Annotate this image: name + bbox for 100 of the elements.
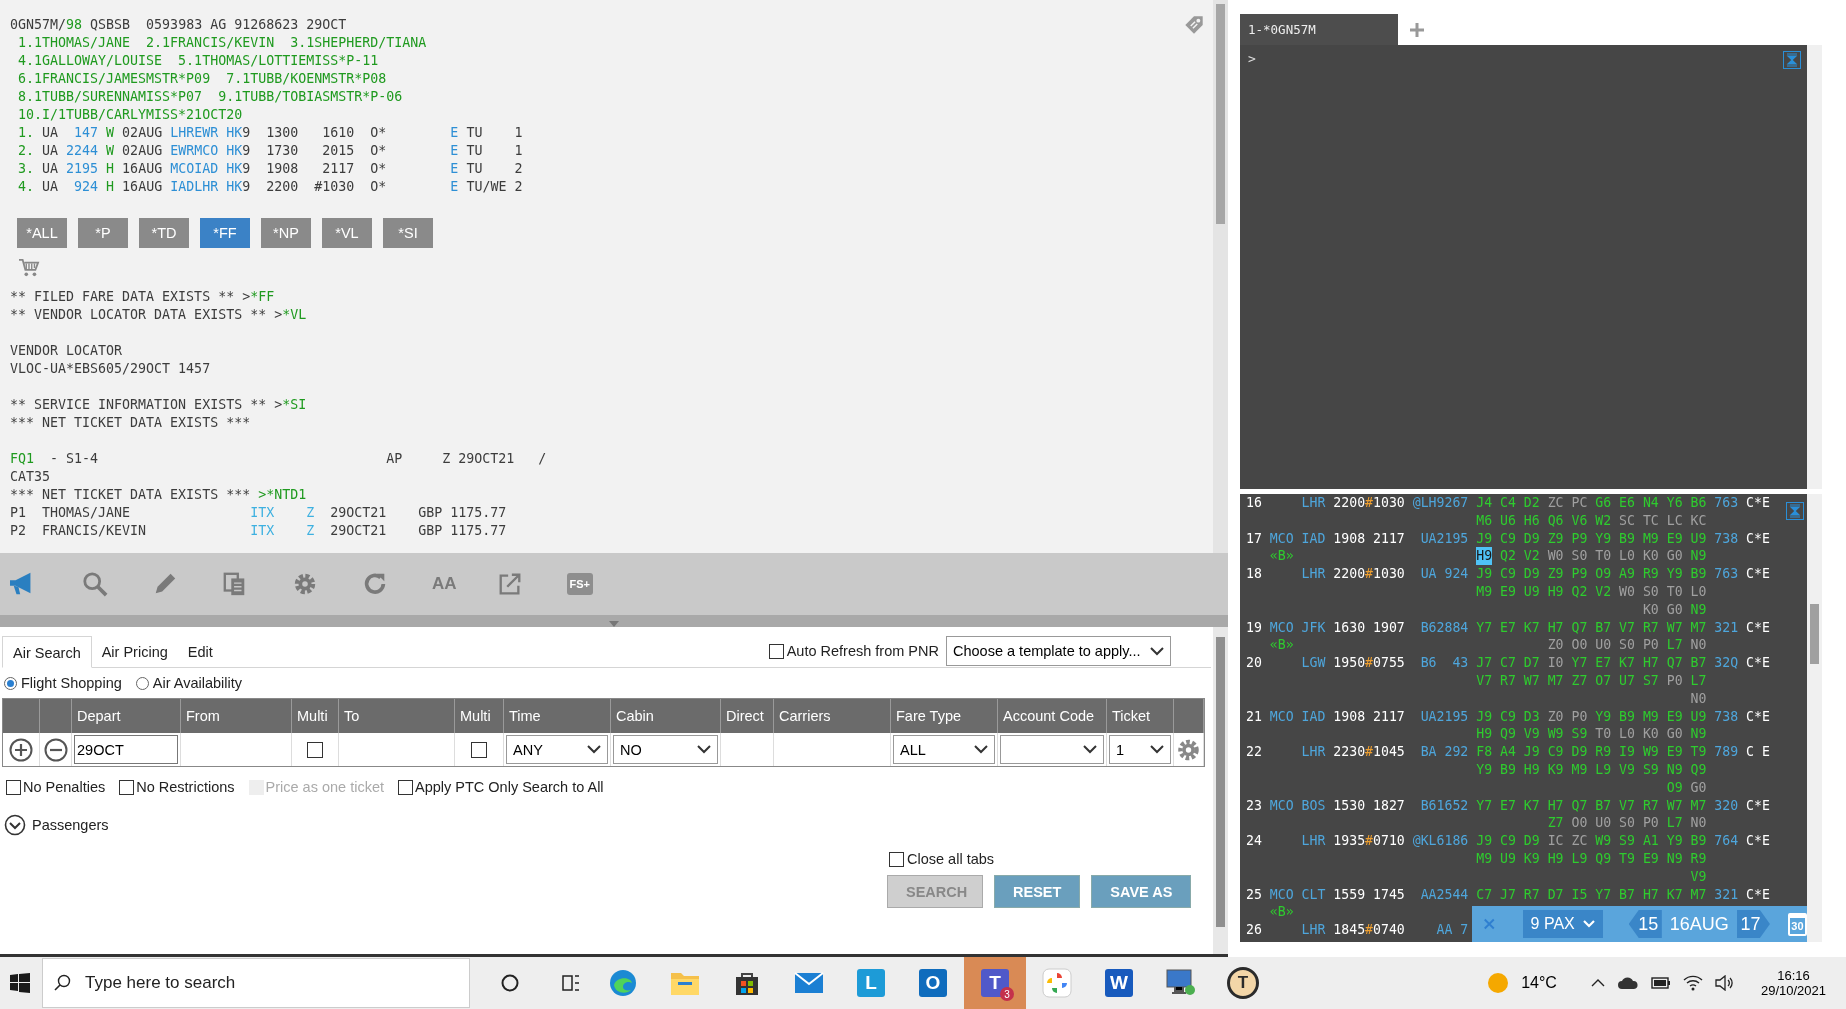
tab[interactable]: Air Search <box>2 636 92 668</box>
class-code[interactable]: N9 <box>1690 600 1707 619</box>
class-code[interactable]: K0 <box>1642 725 1659 744</box>
class-code[interactable]: V7 <box>1476 671 1493 690</box>
class-code[interactable]: Z0 <box>1547 636 1564 655</box>
class-code[interactable]: R9 <box>1595 743 1612 761</box>
clock-date[interactable]: 29/10/2021 <box>1760 983 1826 998</box>
scrollbar[interactable] <box>1213 627 1228 954</box>
class-code[interactable]: I9 <box>1619 743 1635 761</box>
class-code[interactable]: Z0 <box>1547 707 1564 726</box>
class-code[interactable]: A4 <box>1500 743 1516 761</box>
class-code[interactable]: W0 <box>1547 547 1564 566</box>
class-code[interactable]: B7 <box>1690 654 1707 672</box>
class-code[interactable]: J9 <box>1476 565 1493 583</box>
scrollbar[interactable] <box>1213 0 1228 553</box>
class-code[interactable]: Y9 <box>1666 565 1683 583</box>
class-code[interactable]: N9 <box>1690 725 1707 744</box>
class-code[interactable]: G6 <box>1595 494 1612 512</box>
class-code[interactable]: W7 <box>1666 618 1683 637</box>
checkbox[interactable] <box>119 779 135 795</box>
class-code[interactable]: N0 <box>1690 689 1707 708</box>
class-code[interactable]: Q9 <box>1595 849 1612 868</box>
class-code[interactable]: W0 <box>1619 583 1635 601</box>
class-code[interactable]: B7 <box>1619 885 1635 904</box>
class-code[interactable]: G0 <box>1666 600 1683 619</box>
class-code[interactable]: Y6 <box>1666 494 1683 512</box>
command-prompt[interactable]: > <box>1248 51 1256 66</box>
font-size-button[interactable]: AA <box>432 574 457 594</box>
add-tab-icon[interactable] <box>1410 22 1424 37</box>
class-code[interactable]: S7 <box>1642 671 1659 690</box>
class-code[interactable]: H9 <box>1547 583 1564 601</box>
checkbox[interactable] <box>307 741 323 758</box>
class-code[interactable]: I0 <box>1547 654 1564 672</box>
class-code[interactable]: M9 <box>1571 760 1588 779</box>
class-code[interactable]: D9 <box>1571 743 1588 761</box>
scrollbar[interactable] <box>1807 45 1822 489</box>
class-code[interactable]: D7 <box>1547 885 1564 904</box>
class-code[interactable]: C9 <box>1547 743 1564 761</box>
class-code[interactable]: IC <box>1547 832 1564 850</box>
class-code[interactable]: N0 <box>1690 814 1707 833</box>
search-icon[interactable] <box>82 571 108 597</box>
class-code[interactable]: H7 <box>1547 796 1564 815</box>
tab[interactable]: Edit <box>177 636 223 667</box>
terminal-tab[interactable]: 1-*0GN57M <box>1240 14 1398 45</box>
scrollbar[interactable] <box>1807 494 1822 942</box>
class-code[interactable]: M6 <box>1476 511 1493 530</box>
class-code[interactable]: S9 <box>1642 760 1659 779</box>
class-code[interactable]: S0 <box>1642 583 1659 601</box>
class-code[interactable]: D9 <box>1523 565 1540 583</box>
settings-icon[interactable] <box>292 571 318 597</box>
class-code[interactable]: Q9 <box>1690 760 1707 779</box>
class-code[interactable]: E9 <box>1666 743 1683 761</box>
input-field[interactable]: 29OCT <box>74 735 178 764</box>
class-code[interactable]: E7 <box>1500 796 1516 815</box>
temperature-text[interactable]: 14°C <box>1521 974 1557 992</box>
class-code[interactable]: H9 <box>1476 725 1493 744</box>
class-code[interactable]: G0 <box>1666 547 1683 566</box>
class-code[interactable]: C9 <box>1500 529 1516 548</box>
class-code[interactable]: L0 <box>1619 725 1635 744</box>
checkbox[interactable] <box>471 741 487 758</box>
class-code[interactable]: J9 <box>1476 529 1493 548</box>
class-code[interactable]: W7 <box>1666 796 1683 815</box>
class-code[interactable]: K7 <box>1523 796 1540 815</box>
class-code[interactable]: C4 <box>1500 494 1516 512</box>
class-code[interactable]: N9 <box>1666 849 1683 868</box>
command-button[interactable]: *VL <box>322 218 372 248</box>
class-code[interactable]: A1 <box>1642 832 1659 850</box>
class-code[interactable]: Y9 <box>1666 832 1683 850</box>
class-code[interactable]: L7 <box>1666 636 1683 655</box>
class-code[interactable]: O0 <box>1571 636 1588 655</box>
class-code[interactable]: H6 <box>1523 511 1540 530</box>
class-code[interactable]: M7 <box>1690 618 1707 637</box>
command-button[interactable]: *P <box>78 218 128 248</box>
class-code[interactable]: L0 <box>1690 583 1707 601</box>
template-dropdown[interactable]: Choose a template to apply... <box>946 636 1171 666</box>
class-code[interactable]: S9 <box>1619 832 1635 850</box>
checkbox[interactable] <box>6 779 21 795</box>
class-code[interactable]: C9 <box>1500 832 1516 850</box>
class-code[interactable]: W9 <box>1547 725 1564 744</box>
checkbox[interactable] <box>398 779 413 795</box>
class-code[interactable]: W7 <box>1523 671 1540 690</box>
dropdown[interactable]: 1 <box>1109 735 1171 764</box>
class-code[interactable]: Q2 <box>1500 547 1516 566</box>
class-code[interactable]: H7 <box>1642 885 1659 904</box>
class-code[interactable]: B6 <box>1690 494 1707 512</box>
class-code[interactable]: R9 <box>1690 849 1707 868</box>
class-code[interactable]: J4 <box>1476 494 1493 512</box>
task-view-icon[interactable] <box>560 973 582 993</box>
class-code[interactable]: T9 <box>1619 849 1635 868</box>
class-code[interactable]: Q9 <box>1500 725 1516 744</box>
checkbox[interactable] <box>768 643 784 659</box>
class-code[interactable]: D7 <box>1523 654 1540 672</box>
next-day-button[interactable]: 17 <box>1736 910 1770 938</box>
class-code[interactable]: C7 <box>1500 654 1516 672</box>
class-code[interactable]: K9 <box>1523 849 1540 868</box>
class-code[interactable]: Q7 <box>1571 796 1588 815</box>
class-code[interactable]: U0 <box>1595 814 1612 833</box>
cart-icon[interactable] <box>18 258 40 278</box>
class-code[interactable]: K0 <box>1642 547 1659 566</box>
command-button[interactable]: *NP <box>261 218 311 248</box>
